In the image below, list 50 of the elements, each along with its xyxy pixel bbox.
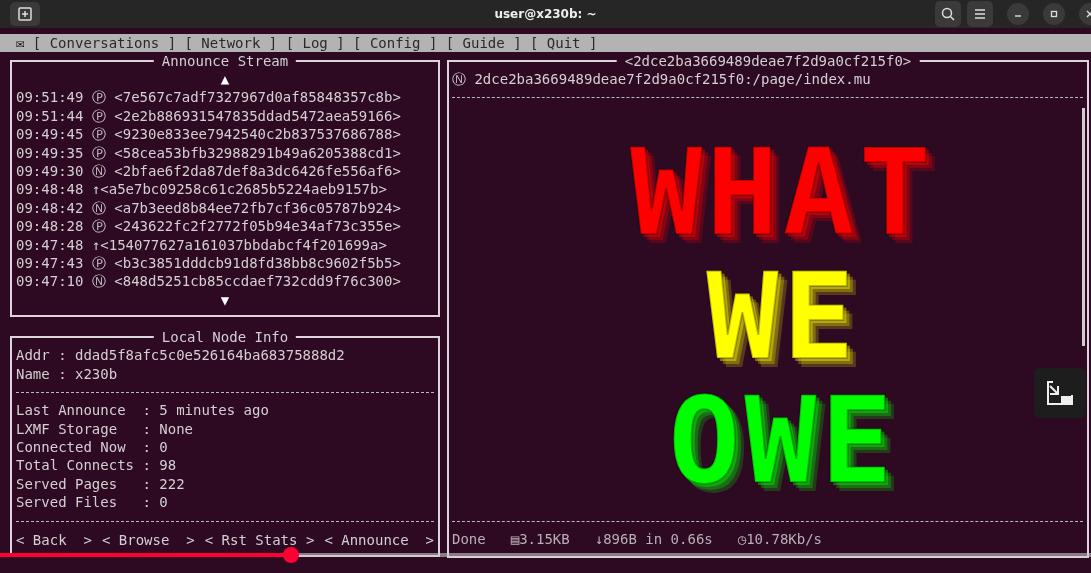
menu-item[interactable]: [ Network ] (184, 34, 278, 52)
announce-entry[interactable]: 09:47:48 ↑<154077627a161037bbdabcf4f201699a> (16, 235, 434, 254)
transfer-info: ↓896B in 0.66s (594, 529, 713, 548)
stat-line: Served Files : 0 (16, 493, 169, 512)
announce-entry[interactable]: 09:47:43 Ⓟ <b3c3851dddcb91d8fd38bb8c9602f5b5> (16, 253, 434, 273)
menu-item[interactable]: [ Log ] (285, 34, 345, 52)
stat-line: Connected Now : 0 (16, 438, 169, 457)
progress-handle[interactable] (283, 547, 300, 563)
announce-entry[interactable]: 09:51:49 Ⓟ <7e567c7adf7327967d0af85848357c8b> (16, 88, 434, 107)
announce-entry[interactable]: 09:49:45 Ⓟ <9230e833ee7942540c2b837537686788> (16, 125, 434, 144)
maximize-icon[interactable] (1043, 3, 1065, 25)
mail-icon: ✉ (16, 34, 25, 52)
announce-entry[interactable]: 09:48:48 ↑<a5e7bc09258c61c2685b5224aeb9157b> (16, 180, 434, 199)
page-address: Ⓝ 2dce2ba3669489deae7f2d9a0cf215f0:/page/index.mu (452, 70, 872, 89)
info-line: Name : x230b (16, 364, 119, 384)
status-text: Done (452, 529, 486, 548)
scroll-down-arrow[interactable]: ▼ (220, 290, 230, 310)
scroll-up-arrow[interactable]: ▲ (220, 70, 230, 89)
banner-text: OWE (668, 379, 897, 503)
announce-entry[interactable]: 09:48:42 Ⓝ <a7b3eed8b84ee72fb7cf36c05787b924> (16, 198, 434, 218)
announce-entry[interactable]: 09:51:44 Ⓟ <2e2b886931547835ddad5472aea59166> (16, 106, 434, 126)
new-tab-icon[interactable] (10, 2, 40, 26)
action-button[interactable]: < Browse > (101, 530, 195, 549)
announce-entry[interactable]: 09:49:35 Ⓟ <58cea53bfb32988291b49a6205388cd1> (16, 143, 434, 162)
picture-in-picture-icon (1045, 380, 1075, 406)
announce-entry[interactable]: 09:49:30 Ⓝ <2bfae6f2da87def8a3dc6426fe556af6> (16, 161, 434, 181)
banner-text: WHAT (630, 131, 935, 255)
action-button[interactable]: < Rst Stats > (204, 530, 315, 549)
video-progress-bar[interactable] (0, 553, 1091, 557)
stat-line: Served Pages : 222 (16, 474, 186, 494)
stat-line: LXMF Storage : None (16, 419, 194, 438)
minimize-icon[interactable] (1007, 3, 1029, 25)
action-button[interactable]: < Announce > (324, 530, 434, 549)
menu-item[interactable]: [ Quit ] (529, 34, 598, 52)
menu-item[interactable]: [ Config ] (353, 34, 438, 52)
menu-icon[interactable] (967, 1, 993, 27)
info-line: Addr : ddad5f8afc5c0e526164ba68375888d2 (16, 346, 346, 365)
announce-entry[interactable]: 09:48:28 Ⓟ <243622fc2f2772f05b94e34af73c355e> (16, 217, 434, 236)
stat-line: Total Connects : 98 (16, 456, 178, 475)
stat-line: Last Announce : 5 minutes ago (16, 401, 270, 420)
menu-item[interactable]: [ Guide ] (445, 34, 522, 52)
search-icon[interactable] (935, 1, 961, 27)
window-title: user@x230b: ~ (493, 7, 598, 21)
picture-in-picture-button[interactable] (1034, 368, 1086, 418)
menu-item[interactable]: [ Conversations ] (32, 34, 177, 52)
action-button[interactable]: < Back > (16, 530, 92, 549)
announce-entry[interactable]: 09:47:10 Ⓝ <848d5251cb85ccdaef732cdd9f76c300> (16, 272, 434, 291)
page-size: ▤3.15KB (510, 529, 570, 548)
transfer-speed: ◷10.78Kb/s (737, 529, 823, 548)
banner-text: WE (706, 255, 859, 379)
